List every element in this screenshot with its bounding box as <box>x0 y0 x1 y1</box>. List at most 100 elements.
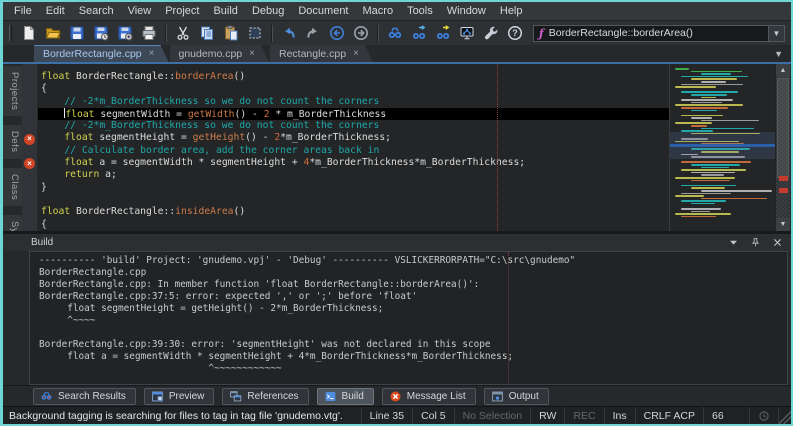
scrollbar-error-mark[interactable] <box>779 188 788 193</box>
scroll-up-icon[interactable]: ▲ <box>776 64 790 77</box>
minimap-line <box>701 167 729 169</box>
sidebar-tab-symbols[interactable]: Symbols <box>3 215 22 231</box>
resize-grip[interactable] <box>779 407 791 424</box>
code-editor[interactable]: float BorderRectangle::borderArea(){ // … <box>38 64 669 231</box>
minimap-line <box>681 91 738 93</box>
status-cell-line-35[interactable]: Line 35 <box>362 407 413 424</box>
tool-tab-preview[interactable]: Preview <box>144 388 215 405</box>
sidebar-tab-defs[interactable]: Defs <box>3 125 22 159</box>
minimap-line <box>681 99 733 101</box>
status-cell-col-5[interactable]: Col 5 <box>413 407 455 424</box>
status-cell-rec[interactable]: REC <box>565 407 604 424</box>
toolbar-button-print[interactable] <box>137 23 161 44</box>
toolbar-button-copy[interactable] <box>195 23 219 44</box>
tool-tab-message-list[interactable]: Message List <box>382 388 476 405</box>
minimap-line <box>681 107 728 109</box>
sidebar-tab-projects[interactable]: Projects <box>3 66 22 116</box>
tool-tab-references[interactable]: References <box>222 388 308 405</box>
toolbar-button-navigate-back[interactable] <box>325 23 349 44</box>
tab-borderrectangle-cpp[interactable]: BorderRectangle.cpp× <box>34 45 169 62</box>
status-cell-ins[interactable]: Ins <box>605 407 636 424</box>
toolbar-button-remote-tools[interactable] <box>455 23 479 44</box>
build-output-line <box>39 375 787 385</box>
minimap-line <box>681 161 751 163</box>
build-panel-header: Build <box>3 234 791 251</box>
build-close-icon[interactable] <box>772 237 783 248</box>
status-cell-66[interactable]: 66 <box>704 407 750 424</box>
menu-item-macro[interactable]: Macro <box>356 4 401 18</box>
toolbar-button-open-file[interactable] <box>41 23 65 44</box>
toolbar-button-redo[interactable] <box>301 23 325 44</box>
minimap-line <box>675 205 772 207</box>
menu-item-search[interactable]: Search <box>72 4 121 18</box>
minimap-line <box>691 164 740 166</box>
build-pin-icon[interactable] <box>750 237 761 248</box>
tab-close-icon[interactable]: × <box>249 49 255 59</box>
menu-item-project[interactable]: Project <box>158 4 206 18</box>
tool-tab-output[interactable]: Output <box>484 388 549 405</box>
menu-item-edit[interactable]: Edit <box>39 4 72 18</box>
toolbar-button-find-in-files[interactable] <box>431 23 455 44</box>
code-line: float BorderRectangle::borderArea() <box>38 71 669 83</box>
toolbar-button-navigate-forward[interactable] <box>349 23 373 44</box>
tab-gnudemo-cpp[interactable]: gnudemo.cpp× <box>170 45 269 62</box>
toolbar-button-cut[interactable] <box>171 23 195 44</box>
toolbar-button-save-all[interactable] <box>113 23 137 44</box>
menu-item-window[interactable]: Window <box>440 4 493 18</box>
minimap-line <box>691 110 717 112</box>
navigate-back-icon <box>329 25 345 41</box>
function-icon: ƒ <box>539 27 544 40</box>
toolbar-button-help[interactable]: ? <box>503 23 527 44</box>
build-output-line: float segmentHeight = getHeight() - 2*m_… <box>39 303 787 315</box>
minimap-line <box>681 185 736 187</box>
undo-icon <box>281 25 297 41</box>
menu-item-view[interactable]: View <box>121 4 159 18</box>
status-cell-crlf-acp[interactable]: CRLF ACP <box>636 407 704 424</box>
tool-tab-search-results[interactable]: Search Results <box>33 388 136 405</box>
tab-close-icon[interactable]: × <box>149 49 155 59</box>
symbol-combobox[interactable]: ƒ BorderRectangle::borderArea() ▼ <box>533 25 785 42</box>
toolbar-button-options-wrench[interactable] <box>479 23 503 44</box>
menu-item-help[interactable]: Help <box>493 4 530 18</box>
tab-close-icon[interactable]: × <box>353 49 359 59</box>
minimap[interactable] <box>669 64 775 231</box>
status-cell-clock[interactable] <box>750 407 779 424</box>
minimap-line <box>675 122 712 124</box>
menu-item-file[interactable]: File <box>7 4 39 18</box>
clock-icon <box>758 410 770 422</box>
toolbar-button-save-as[interactable] <box>89 23 113 44</box>
combobox-dropdown-icon[interactable]: ▼ <box>768 26 784 41</box>
scrollbar-error-mark[interactable] <box>779 176 788 181</box>
copy-icon <box>199 25 215 41</box>
toolbar-button-new-file[interactable] <box>17 23 41 44</box>
menu-item-debug[interactable]: Debug <box>245 4 291 18</box>
menu-item-document[interactable]: Document <box>291 4 355 18</box>
vertical-scrollbar[interactable]: ▲ ▼ <box>775 64 790 231</box>
build-output[interactable]: ---------- 'build' Project: 'gnudemo.vpj… <box>29 251 788 385</box>
toolbar-button-find[interactable] <box>383 23 407 44</box>
toolbar-button-save[interactable] <box>65 23 89 44</box>
scrollbar-thumb[interactable] <box>777 78 789 178</box>
status-cell-no-selection[interactable]: No Selection <box>455 407 532 424</box>
tab-rectangle-cpp[interactable]: Rectangle.cpp × <box>270 45 373 62</box>
build-panel-menu-dropdown-icon[interactable] <box>728 237 739 248</box>
menu-item-build[interactable]: Build <box>206 4 244 18</box>
status-cell-rw[interactable]: RW <box>531 407 565 424</box>
toolbar-button-find-next[interactable] <box>407 23 431 44</box>
menu-item-tools[interactable]: Tools <box>400 4 440 18</box>
minimap-line <box>681 216 716 218</box>
tool-tab-build[interactable]: Build <box>317 388 374 405</box>
toolbar-grip[interactable] <box>9 25 12 41</box>
toolbar-button-paste[interactable] <box>219 23 243 44</box>
toolbar-button-select-code-block[interactable] <box>243 23 267 44</box>
sidebar-tab-class[interactable]: Class <box>3 168 22 206</box>
build-output-line: BorderRectangle.cpp:37:5: error: expecte… <box>39 291 787 303</box>
toolbar-button-undo[interactable] <box>277 23 301 44</box>
help-icon: ? <box>507 25 523 41</box>
minimap-line <box>675 182 772 184</box>
scroll-down-icon[interactable]: ▼ <box>776 218 790 231</box>
tab-label: Rectangle.cpp <box>279 48 346 60</box>
minimap-line <box>675 112 772 114</box>
current-code-line: float segmentWidth = getWidth() - 2 * m_… <box>38 108 669 120</box>
tab-overflow-icon[interactable]: ▼ <box>774 49 783 59</box>
